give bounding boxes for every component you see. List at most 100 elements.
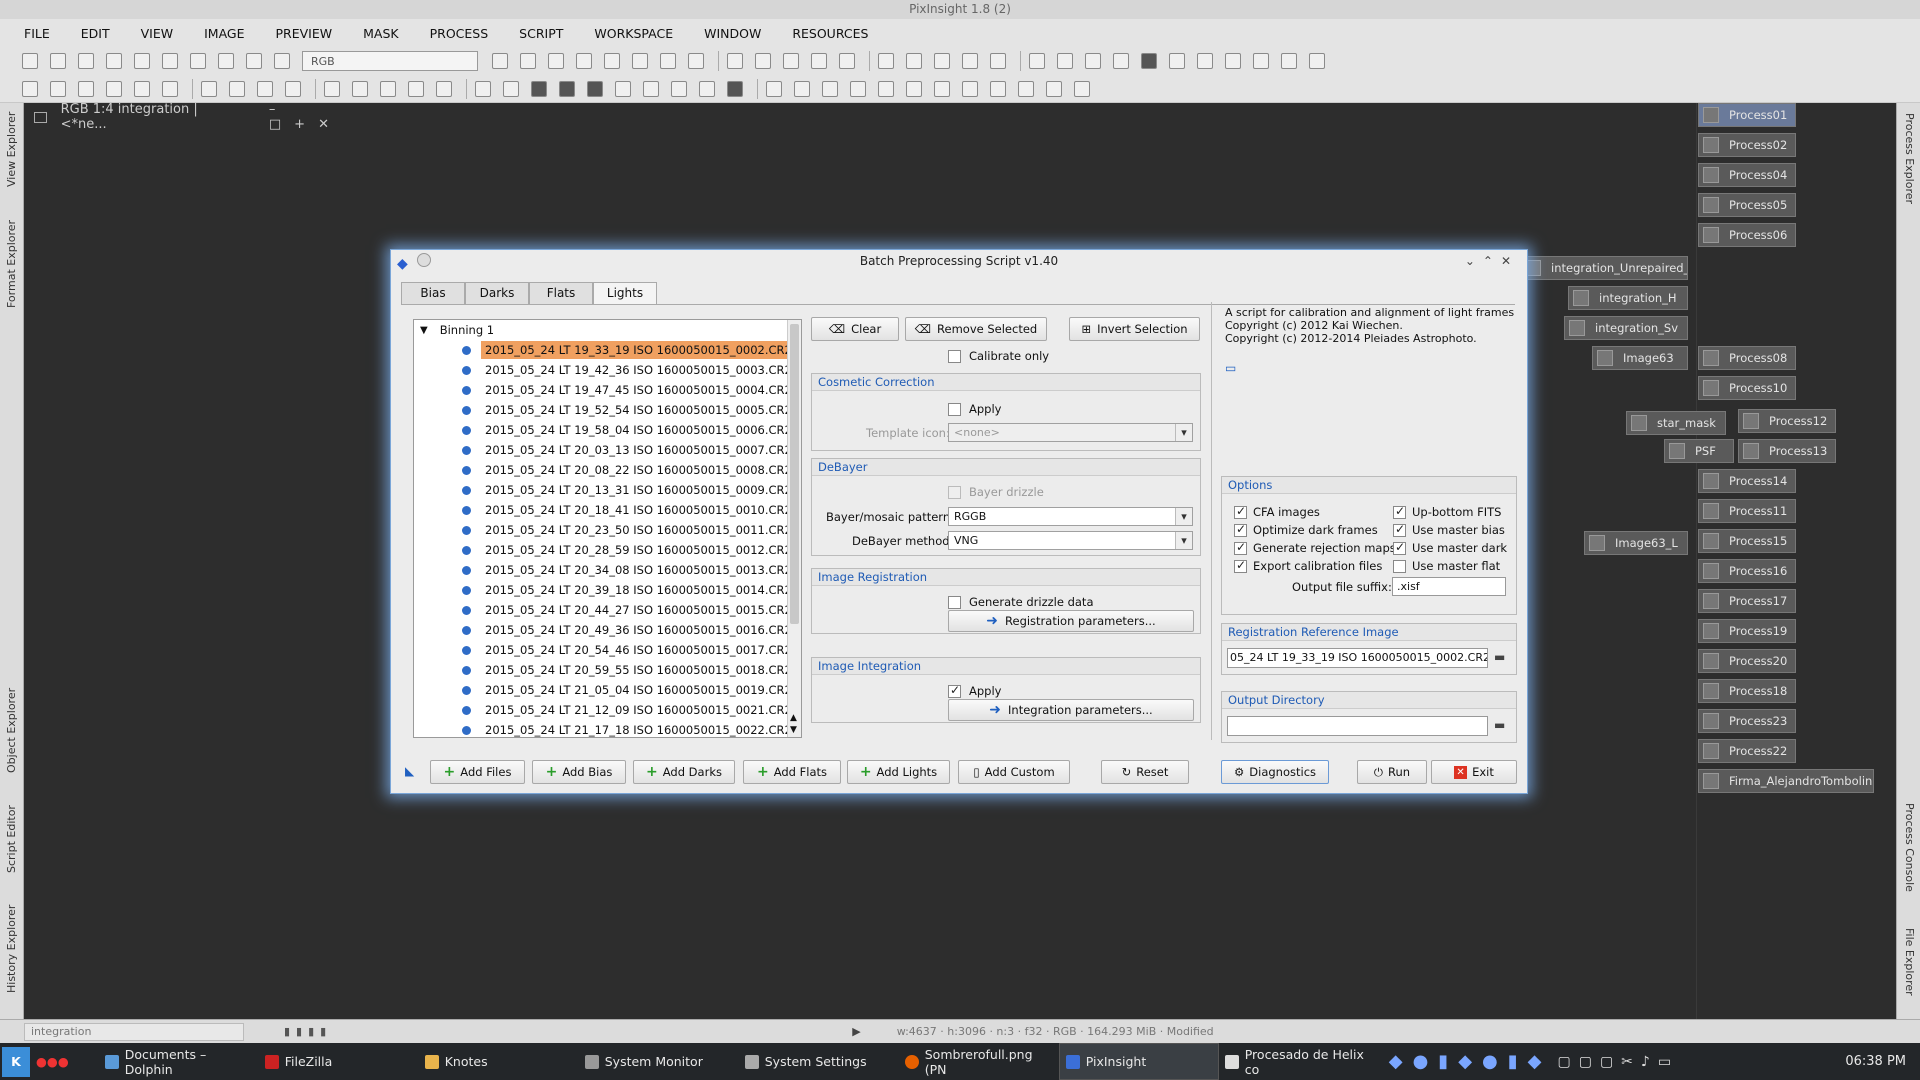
toolbar-icon[interactable] [1253, 53, 1269, 69]
master-dark-checkbox[interactable]: Use master dark [1393, 540, 1507, 555]
registration-parameters-button[interactable]: ➜ Registration parameters... [948, 610, 1194, 632]
toolbar-icon[interactable] [274, 53, 290, 69]
toolbar-icon[interactable] [688, 53, 704, 69]
image-icon[interactable]: PSF [1664, 439, 1734, 463]
task-firefox-sombrero[interactable]: Sombrerofull.png (PN [899, 1043, 1059, 1080]
image-icon[interactable]: integration_H [1568, 286, 1688, 310]
toolbar-icon[interactable] [475, 80, 491, 97]
menu-workspace[interactable]: WORKSPACE [594, 26, 673, 41]
bayer-drizzle-checkbox[interactable]: Bayer drizzle [948, 485, 1044, 499]
checkbox[interactable] [948, 485, 961, 499]
list-item[interactable]: 2015_05_24 LT 20_59_55 ISO 1600050015_00… [414, 660, 801, 680]
toolbar-icon[interactable] [162, 80, 178, 97]
checkbox[interactable] [1234, 558, 1247, 573]
master-flat-checkbox[interactable]: Use master flat [1393, 559, 1500, 573]
toolbar-icon[interactable] [257, 80, 273, 97]
checkbox[interactable] [1393, 504, 1406, 519]
channel-icon[interactable] [615, 80, 631, 97]
checkbox[interactable] [948, 349, 961, 363]
task-filezilla[interactable]: FileZilla [259, 1043, 419, 1080]
toolbar-icon[interactable] [190, 53, 206, 69]
scroll-up-icon[interactable]: ▲ [790, 713, 797, 723]
list-item[interactable]: 2015_05_24 LT 20_54_46 ISO 1600050015_00… [414, 640, 801, 660]
process-icon[interactable]: Process02 [1698, 133, 1796, 157]
toolbar-icon[interactable] [822, 80, 838, 97]
collapse-icon[interactable]: ▼ [420, 325, 428, 336]
toolbar-icon[interactable] [285, 80, 301, 97]
toolbar-icon[interactable] [548, 53, 564, 69]
process-icon[interactable]: Process22 [1698, 739, 1796, 763]
channel-icon[interactable] [531, 80, 547, 97]
menu-resources[interactable]: RESOURCES [792, 26, 868, 41]
tree-group[interactable]: ▼ Binning 1 [414, 320, 801, 340]
list-item[interactable]: 2015_05_24 LT 20_49_36 ISO 1600050015_00… [414, 620, 801, 640]
image-icon[interactable]: Image63 [1592, 346, 1688, 370]
process-icon[interactable]: Process11 [1698, 499, 1796, 523]
image-window-titlebar[interactable]: RGB 1:4 integration | <*ne... –□+✕ [28, 102, 358, 132]
list-item[interactable]: 2015_05_24 LT 20_39_18 ISO 1600050015_00… [414, 580, 801, 600]
toolbar-icon[interactable] [1046, 80, 1062, 97]
toolbar-icon[interactable] [520, 53, 536, 69]
process-icon[interactable]: Process19 [1698, 619, 1796, 643]
process-icon[interactable]: Process20 [1698, 649, 1796, 673]
toolbar-icon[interactable] [934, 80, 950, 97]
add-darks-button[interactable]: + Add Darks [633, 760, 735, 784]
tab-flats[interactable]: Flats [529, 282, 593, 304]
toolbar-icon[interactable] [106, 53, 122, 69]
zoom-in-icon[interactable] [727, 53, 743, 69]
toolbar-icon[interactable] [906, 80, 922, 97]
task-knotes[interactable]: Knotes [419, 1043, 579, 1080]
zoom-icon[interactable] [839, 53, 855, 69]
resize-icon[interactable]: ◣ [405, 764, 414, 778]
menu-script[interactable]: SCRIPT [519, 26, 563, 41]
menu-file[interactable]: FILE [24, 26, 50, 41]
pointer-icon[interactable] [492, 53, 508, 69]
redo-icon[interactable] [50, 53, 66, 69]
window-controls-icon[interactable]: ⌄⌃✕ [1465, 250, 1519, 272]
checkbox[interactable] [948, 683, 961, 698]
toolbar-icon[interactable] [106, 80, 122, 97]
bayer-pattern-select[interactable]: RGGB [948, 507, 1193, 526]
list-item[interactable]: 2015_05_24 LT 19_33_19 ISO 1600050015_00… [414, 340, 801, 360]
toolbar-icon[interactable] [246, 53, 262, 69]
tab-process-console[interactable]: Process Console [1903, 803, 1916, 892]
process-icon[interactable]: Process08 [1698, 346, 1796, 370]
tray-launchers-icon[interactable]: ◆●▮◆●▮◆ [1389, 1051, 1552, 1072]
zoom-icon[interactable] [811, 53, 827, 69]
add-bias-button[interactable]: + Add Bias [532, 760, 626, 784]
toolbar-icon[interactable] [78, 53, 94, 69]
image-icon[interactable]: integration_Unrepaired_V [1520, 256, 1688, 280]
toolbar-icon[interactable] [352, 80, 368, 97]
tab-file-explorer[interactable]: File Explorer [1903, 928, 1916, 996]
toolbar-icon[interactable] [1141, 53, 1157, 69]
menu-image[interactable]: IMAGE [204, 26, 244, 41]
zoom-out-icon[interactable] [755, 53, 771, 69]
toolbar-icon[interactable] [1018, 80, 1034, 97]
toolbar-icon[interactable] [660, 53, 676, 69]
channel-icon[interactable] [587, 80, 603, 97]
process-icon[interactable]: Process16 [1698, 559, 1796, 583]
list-item[interactable]: 2015_05_24 LT 21_12_09 ISO 1600050015_00… [414, 700, 801, 720]
comment-icon[interactable]: ▭ [1225, 361, 1236, 375]
checkbox[interactable] [1234, 504, 1247, 519]
list-item[interactable]: 2015_05_24 LT 20_44_27 ISO 1600050015_00… [414, 600, 801, 620]
toolbar-icon[interactable] [218, 53, 234, 69]
menu-mask[interactable]: MASK [363, 26, 398, 41]
toolbar-icon[interactable] [1085, 53, 1101, 69]
scroll-down-icon[interactable]: ▼ [790, 725, 797, 735]
list-item[interactable]: 2015_05_24 LT 21_05_04 ISO 1600050015_00… [414, 680, 801, 700]
process-icon[interactable]: Process10 [1698, 376, 1796, 400]
toolbar-icon[interactable] [878, 80, 894, 97]
task-pixinsight[interactable]: PixInsight [1058, 1043, 1219, 1080]
list-item[interactable]: 2015_05_24 LT 21_17_18 ISO 1600050015_00… [414, 720, 801, 740]
add-lights-button[interactable]: + Add Lights [847, 760, 950, 784]
diagnostics-button[interactable]: ⚙ Diagnostics [1221, 760, 1329, 784]
window-controls-icon[interactable]: –□+✕ [269, 102, 358, 132]
zoom-icon[interactable] [783, 53, 799, 69]
cosmetic-apply-checkbox[interactable]: Apply [948, 402, 1001, 416]
toolbar-icon[interactable] [576, 53, 592, 69]
list-item[interactable]: 2015_05_24 LT 19_47_45 ISO 1600050015_00… [414, 380, 801, 400]
menu-preview[interactable]: PREVIEW [276, 26, 333, 41]
toolbar-icon[interactable] [201, 80, 217, 97]
list-item[interactable]: 2015_05_24 LT 20_23_50 ISO 1600050015_00… [414, 520, 801, 540]
